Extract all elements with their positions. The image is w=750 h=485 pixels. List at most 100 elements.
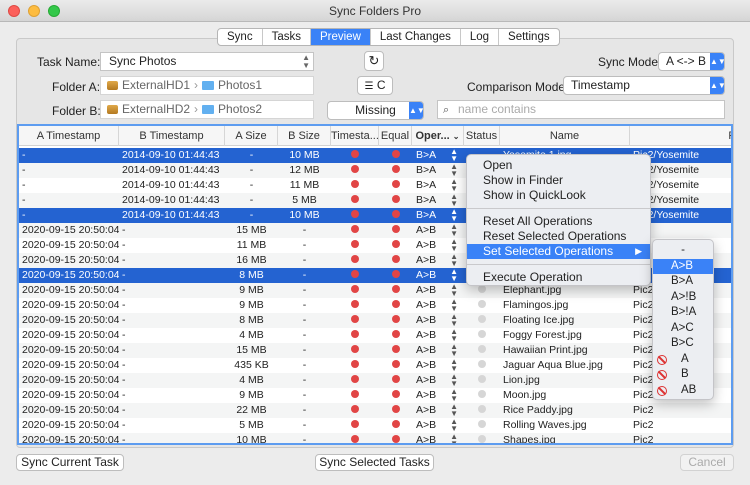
operation-stepper[interactable]: A>B ▲ ▼ bbox=[416, 298, 464, 313]
operation-stepper[interactable]: B>A ▲ ▼ bbox=[416, 148, 464, 163]
submenu-item-b-to-not-a[interactable]: B>!A bbox=[653, 305, 713, 321]
operation-stepper[interactable]: A>B ▲ ▼ bbox=[416, 253, 464, 268]
col-name[interactable]: Name bbox=[500, 126, 630, 146]
submenu-item-a-to-c[interactable]: A>C bbox=[653, 321, 713, 337]
cell-b-size: - bbox=[302, 299, 307, 311]
cell-a-timestamp: 2020-09-15 20:50:04 bbox=[22, 434, 119, 445]
table-row[interactable]: 2020-09-15 20:50:04-4 MB - Foggy Forest.jp… bbox=[19, 328, 731, 343]
operation-stepper[interactable]: A>B ▲ ▼ bbox=[416, 403, 464, 418]
timestamp-diff-icon bbox=[331, 418, 379, 433]
table-row[interactable]: 2020-09-15 20:50:04-5 MB - Rolling Waves.j… bbox=[19, 418, 731, 433]
submenu-item-skip-a-label: A bbox=[681, 352, 689, 365]
table-row[interactable]: 2020-09-15 20:50:04-8 MB - Floating Ice.jp… bbox=[19, 313, 731, 328]
operation-stepper[interactable]: A>B ▲ ▼ bbox=[416, 328, 464, 343]
operation-stepper[interactable]: B>A ▲ ▼ bbox=[416, 193, 464, 208]
cell-a-timestamp: 2020-09-15 20:50:04 bbox=[22, 269, 119, 281]
col-timestamp[interactable]: Timesta... bbox=[331, 126, 379, 146]
comparison-mode-label: Comparison Mode: bbox=[467, 80, 569, 94]
menu-item-reset-all-operations[interactable]: Reset All Operations bbox=[467, 214, 650, 229]
sync-current-task-button[interactable]: Sync Current Task bbox=[16, 454, 124, 471]
search-field[interactable]: ⌕ name contains bbox=[437, 100, 725, 119]
filter-popup[interactable]: Missing ▲▼ bbox=[327, 101, 425, 120]
cell-name: Shapes.jpg bbox=[503, 434, 556, 445]
submenu-item-skip-a[interactable]: A bbox=[653, 352, 713, 368]
tab-sync[interactable]: Sync bbox=[218, 29, 263, 45]
stepper-icon: ▲ ▼ bbox=[450, 358, 458, 373]
cancel-button[interactable]: Cancel bbox=[680, 454, 734, 471]
menu-item-set-selected-operations[interactable]: Set Selected Operations ▶ bbox=[467, 244, 650, 259]
folder-b-path[interactable]: ExternalHD2 › Photos2 bbox=[100, 100, 314, 119]
col-status[interactable]: Status bbox=[464, 126, 500, 146]
operation-value: B>A bbox=[416, 164, 437, 176]
folder-a-path[interactable]: ExternalHD1 › Photos1 bbox=[100, 76, 314, 95]
cell-a-size: 15 MB bbox=[236, 224, 267, 236]
submenu-item-a-to-not-b[interactable]: A>!B bbox=[653, 290, 713, 306]
cell-b-timestamp: - bbox=[122, 344, 126, 356]
table-row[interactable]: 2020-09-15 20:50:04-22 MB - Rice Paddy.jpg… bbox=[19, 403, 731, 418]
comparison-mode-popup[interactable]: Timestamp ▲▼ bbox=[563, 76, 726, 95]
submenu-item-none[interactable]: - bbox=[653, 243, 713, 259]
cell-a-timestamp: 2020-09-15 20:50:04 bbox=[22, 299, 119, 311]
operation-value: B>A bbox=[416, 209, 437, 221]
timestamp-diff-icon bbox=[331, 268, 379, 283]
table-row[interactable]: 2020-09-15 20:50:04-435 KB - Jaguar Aqua B… bbox=[19, 358, 731, 373]
submenu-item-skip-b[interactable]: B bbox=[653, 367, 713, 383]
operation-stepper[interactable]: A>B ▲ ▼ bbox=[416, 343, 464, 358]
table-row[interactable]: 2020-09-15 20:50:04-15 MB - Hawaiian Print… bbox=[19, 343, 731, 358]
timestamp-diff-icon bbox=[331, 373, 379, 388]
menu-item-reset-selected-operations[interactable]: Reset Selected Operations bbox=[467, 229, 650, 244]
col-a-size[interactable]: A Size bbox=[225, 126, 278, 146]
cell-b-timestamp: - bbox=[122, 404, 126, 416]
refresh-button[interactable]: ↻ bbox=[364, 51, 384, 71]
col-operation[interactable]: Oper... ⌄ bbox=[412, 126, 464, 146]
operation-stepper[interactable]: B>A ▲ ▼ bbox=[416, 178, 464, 193]
submenu-item-b-to-c[interactable]: B>C bbox=[653, 336, 713, 352]
operation-stepper[interactable]: A>B ▲ ▼ bbox=[416, 388, 464, 403]
operation-stepper[interactable]: A>B ▲ ▼ bbox=[416, 313, 464, 328]
menu-item-show-in-quicklook[interactable]: Show in QuickLook bbox=[467, 188, 650, 203]
operation-stepper[interactable]: A>B ▲ ▼ bbox=[416, 283, 464, 298]
operation-stepper[interactable]: A>B ▲ ▼ bbox=[416, 238, 464, 253]
table-row[interactable]: 2020-09-15 20:50:04-4 MB - Lion.jpg Pic2 A>B… bbox=[19, 373, 731, 388]
operation-stepper[interactable]: A>B ▲ ▼ bbox=[416, 418, 464, 433]
col-b-size[interactable]: B Size bbox=[278, 126, 331, 146]
operation-stepper[interactable]: A>B ▲ ▼ bbox=[416, 433, 464, 443]
operation-value: A>B bbox=[416, 254, 437, 266]
col-equal[interactable]: Equal bbox=[379, 126, 412, 146]
cell-a-size: 9 MB bbox=[239, 299, 264, 311]
tab-log[interactable]: Log bbox=[461, 29, 500, 45]
submenu-item-skip-ab[interactable]: AB bbox=[653, 383, 713, 399]
task-name-stepper-icon[interactable]: ▲ ▼ bbox=[302, 54, 310, 70]
cell-name: Lion.jpg bbox=[503, 374, 540, 386]
col-b-timestamp[interactable]: B Timestamp bbox=[119, 126, 225, 146]
menu-item-execute-operation[interactable]: Execute Operation bbox=[467, 270, 650, 285]
operation-value: B>A bbox=[416, 194, 437, 206]
sync-selected-tasks-button[interactable]: Sync Selected Tasks bbox=[315, 454, 434, 471]
operation-stepper[interactable]: B>A ▲ ▼ bbox=[416, 208, 464, 223]
tab-preview[interactable]: Preview bbox=[310, 29, 371, 45]
task-name-value: Sync Photos bbox=[109, 54, 177, 68]
submenu-item-a-to-b[interactable]: A>B bbox=[653, 258, 713, 274]
col-a-timestamp[interactable]: A Timestamp bbox=[19, 126, 119, 146]
table-row[interactable]: 2020-09-15 20:50:04-10 MB - Shapes.jpg Pic2… bbox=[19, 433, 731, 445]
operation-stepper[interactable]: A>B ▲ ▼ bbox=[416, 268, 464, 283]
compare-button[interactable]: ☰ C bbox=[357, 76, 393, 95]
stepper-icon: ▲ ▼ bbox=[450, 343, 458, 358]
operation-stepper[interactable]: A>B ▲ ▼ bbox=[416, 358, 464, 373]
timestamp-diff-icon bbox=[331, 163, 379, 178]
operation-stepper[interactable]: A>B ▲ ▼ bbox=[416, 373, 464, 388]
operation-stepper[interactable]: A>B ▲ ▼ bbox=[416, 223, 464, 238]
table-row[interactable]: 2020-09-15 20:50:04-9 MB - Flamingos.jpg Pi… bbox=[19, 298, 731, 313]
col-path[interactable]: Path bbox=[630, 126, 731, 146]
sync-mode-popup[interactable]: A <-> B ▲▼ bbox=[658, 52, 726, 71]
operation-stepper[interactable]: B>A ▲ ▼ bbox=[416, 163, 464, 178]
task-name-field[interactable]: Sync Photos ▲ ▼ bbox=[100, 52, 314, 71]
tab-last-changes[interactable]: Last Changes bbox=[371, 29, 461, 45]
cell-a-timestamp: 2020-09-15 20:50:04 bbox=[22, 389, 119, 401]
menu-item-open[interactable]: Open bbox=[467, 158, 650, 173]
menu-item-show-in-finder[interactable]: Show in Finder bbox=[467, 173, 650, 188]
table-row[interactable]: 2020-09-15 20:50:04-9 MB - Moon.jpg Pic2 A>B… bbox=[19, 388, 731, 403]
submenu-item-b-to-a[interactable]: B>A bbox=[653, 274, 713, 290]
tab-settings[interactable]: Settings bbox=[499, 29, 559, 45]
tab-tasks[interactable]: Tasks bbox=[263, 29, 311, 45]
